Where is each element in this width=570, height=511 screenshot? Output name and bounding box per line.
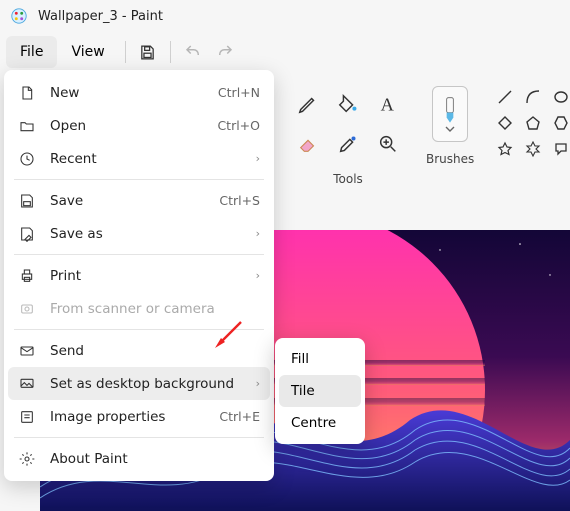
- separator: [14, 254, 264, 255]
- star5-shape[interactable]: [494, 138, 516, 160]
- submenu-centre[interactable]: Centre: [279, 407, 361, 439]
- menu-recent[interactable]: Recent ›: [8, 142, 270, 175]
- file-menu: New Ctrl+N Open Ctrl+O Recent › Save Ctr…: [4, 70, 274, 481]
- separator: [14, 329, 264, 330]
- magnifier-tool[interactable]: [370, 126, 406, 162]
- fill-tool[interactable]: [330, 86, 366, 122]
- submenu-tile[interactable]: Tile: [279, 375, 361, 407]
- print-icon: [18, 267, 36, 285]
- menu-about[interactable]: About Paint: [8, 442, 270, 475]
- menu-print[interactable]: Print ›: [8, 259, 270, 292]
- set-background-submenu: Fill Tile Centre: [275, 338, 365, 444]
- brushes-button[interactable]: [432, 86, 468, 142]
- line-shape[interactable]: [494, 86, 516, 108]
- tools-label: Tools: [333, 172, 363, 186]
- diamond-shape[interactable]: [494, 112, 516, 134]
- shapes-group: [484, 86, 570, 160]
- menu-set-desktop-background[interactable]: Set as desktop background ›: [8, 367, 270, 400]
- chevron-right-icon: ›: [256, 227, 260, 240]
- send-icon: [18, 342, 36, 360]
- tab-file[interactable]: File: [6, 36, 57, 68]
- menu-open[interactable]: Open Ctrl+O: [8, 109, 270, 142]
- menu-save-as[interactable]: Save as ›: [8, 217, 270, 250]
- pencil-tool[interactable]: [290, 86, 326, 122]
- window-title: Wallpaper_3 - Paint: [38, 9, 163, 24]
- save-icon: [18, 192, 36, 210]
- document-new-icon: [18, 84, 36, 102]
- folder-open-icon: [18, 117, 36, 135]
- undo-button[interactable]: [177, 36, 209, 68]
- divider: [170, 41, 171, 63]
- submenu-fill[interactable]: Fill: [279, 343, 361, 375]
- menu-save[interactable]: Save Ctrl+S: [8, 184, 270, 217]
- title-bar: Wallpaper_3 - Paint: [0, 0, 570, 32]
- separator: [14, 179, 264, 180]
- menu-image-properties[interactable]: Image properties Ctrl+E: [8, 400, 270, 433]
- hexagon-shape[interactable]: [550, 112, 570, 134]
- text-tool[interactable]: A: [370, 86, 406, 122]
- pentagon-shape[interactable]: [522, 112, 544, 134]
- paint-app-icon: [10, 7, 28, 25]
- menu-new[interactable]: New Ctrl+N: [8, 76, 270, 109]
- divider: [125, 41, 126, 63]
- save-as-icon: [18, 225, 36, 243]
- oval-shape[interactable]: [550, 86, 570, 108]
- chevron-right-icon: ›: [256, 269, 260, 282]
- brushes-label: Brushes: [426, 152, 474, 166]
- wallpaper-icon: [18, 375, 36, 393]
- tools-group: A Tools: [280, 86, 416, 186]
- separator: [14, 437, 264, 438]
- brushes-group: Brushes: [416, 86, 484, 166]
- callout-shape[interactable]: [550, 138, 570, 160]
- chevron-down-icon: [445, 126, 455, 132]
- menubar: File View: [0, 32, 570, 72]
- svg-text:A: A: [381, 94, 395, 114]
- menu-scanner: From scanner or camera: [8, 292, 270, 325]
- star6-shape[interactable]: [522, 138, 544, 160]
- clock-icon: [18, 150, 36, 168]
- redo-button[interactable]: [209, 36, 241, 68]
- tab-view[interactable]: View: [57, 36, 118, 68]
- curve-shape[interactable]: [522, 86, 544, 108]
- chevron-right-icon: ›: [256, 152, 260, 165]
- gear-icon: [18, 450, 36, 468]
- properties-icon: [18, 408, 36, 426]
- color-picker-tool[interactable]: [330, 126, 366, 162]
- chevron-right-icon: ›: [256, 377, 260, 390]
- menu-send[interactable]: Send: [8, 334, 270, 367]
- save-button[interactable]: [132, 36, 164, 68]
- eraser-tool[interactable]: [290, 126, 326, 162]
- scanner-icon: [18, 300, 36, 318]
